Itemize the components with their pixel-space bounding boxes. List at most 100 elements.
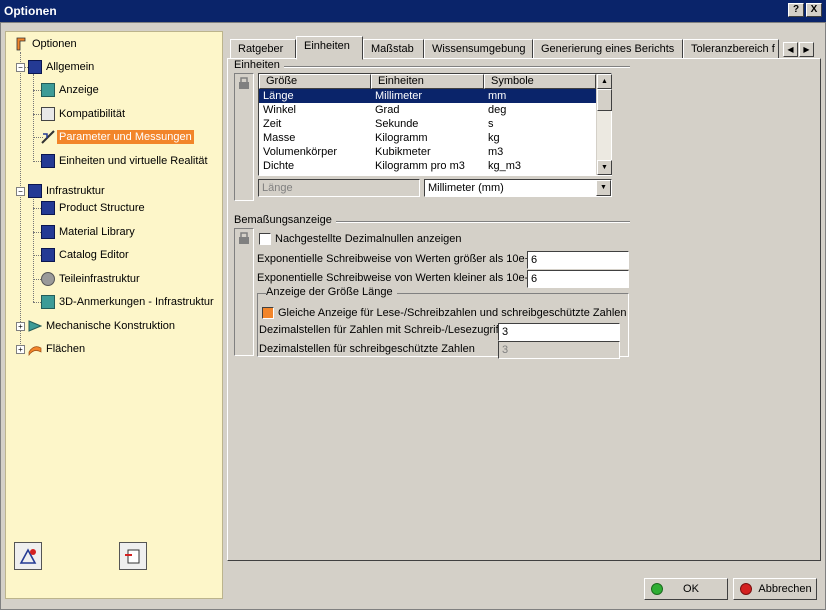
table-header: Größe Einheiten Symbole — [259, 74, 596, 89]
group-title-length: Anzeige der Größe Länge — [266, 286, 397, 298]
parameters-measure-icon — [41, 130, 55, 144]
tree-item-parameter[interactable]: Parameter und Messungen — [41, 128, 194, 146]
table-row[interactable]: Zeit Sekunde s — [259, 117, 596, 131]
tree-item-label: Kompatibilität — [59, 108, 126, 120]
ok-icon — [651, 583, 663, 595]
tree-item-product-structure[interactable]: Product Structure — [41, 199, 147, 217]
table-cell: deg — [488, 104, 507, 116]
tab-einheiten[interactable]: Einheiten — [296, 36, 363, 60]
expand-minus-icon[interactable]: − — [16, 187, 25, 196]
table-cell: Kubikmeter — [375, 146, 431, 158]
table-row[interactable]: Volumenkörper Kubikmeter m3 — [259, 145, 596, 159]
scroll-up-icon[interactable]: ▲ — [597, 74, 612, 89]
annotation-icon — [41, 295, 55, 309]
tree-line — [33, 74, 34, 162]
table-cell: Kilogramm — [375, 132, 428, 144]
ok-button[interactable]: OK — [644, 578, 728, 600]
tree-item-anzeige[interactable]: Anzeige — [41, 81, 101, 99]
tree-item-label: Anzeige — [59, 84, 99, 96]
options-tree: Optionen − Allgemein Anzeige Kompatibili… — [5, 31, 223, 599]
table-scrollbar[interactable]: ▲ ▼ — [596, 74, 612, 175]
table-cell: Sekunde — [375, 118, 419, 130]
tree-line — [20, 52, 21, 352]
tree-item-teileinfrastruktur[interactable]: Teileinfrastruktur — [41, 270, 142, 288]
table-cell: Grad — [375, 104, 400, 116]
tree-item-flaechen[interactable]: Flächen — [28, 340, 87, 358]
tree-item-label: Product Structure — [59, 202, 145, 214]
table-cell: Millimeter — [375, 90, 423, 102]
column-header-groesse[interactable]: Größe — [259, 74, 371, 89]
exp-greater-input[interactable]: 6 — [527, 251, 629, 269]
table-cell: Masse — [263, 132, 296, 144]
tab-toleranzbereich[interactable]: Toleranzbereich f — [683, 39, 779, 59]
table-cell: Kilogramm pro m3 — [375, 160, 465, 172]
chevron-down-icon[interactable]: ▼ — [596, 180, 611, 196]
table-row[interactable]: Masse Kilogramm kg — [259, 131, 596, 145]
tree-item-einheiten-vr[interactable]: Einheiten und virtuelle Realität — [41, 152, 210, 170]
table-cell: Dichte — [263, 160, 295, 172]
tab-ratgeber[interactable]: Ratgeber — [230, 39, 296, 59]
tree-item-optionen[interactable]: Optionen — [14, 35, 79, 53]
column-header-einheiten[interactable]: Einheiten — [371, 74, 484, 89]
scroll-thumb[interactable] — [597, 89, 612, 111]
expand-plus-icon[interactable]: + — [16, 345, 25, 354]
units-table[interactable]: Größe Einheiten Symbole Länge Millimeter… — [258, 73, 612, 176]
tab-scroll-right-icon[interactable]: ▶ — [799, 42, 814, 57]
tree-item-label: Mechanische Konstruktion — [46, 320, 176, 332]
unit-select[interactable]: Millimeter (mm) ▼ — [424, 179, 612, 197]
scroll-down-icon[interactable]: ▼ — [597, 160, 612, 175]
table-row[interactable]: Dichte Kilogramm pro m3 kg_m3 — [259, 159, 596, 173]
tree-item-3d-anmerkungen[interactable]: 3D-Anmerkungen - Infrastruktur — [41, 293, 216, 311]
tab-massstab[interactable]: Maßstab — [363, 39, 424, 59]
tree-item-mechanische-konstruktion[interactable]: Mechanische Konstruktion — [28, 317, 177, 335]
tab-bericht[interactable]: Generierung eines Berichts — [533, 39, 683, 59]
selected-quantity-field: Länge — [258, 179, 420, 197]
lock-icon[interactable] — [237, 231, 251, 245]
table-cell: kg — [488, 132, 500, 144]
rw-decimals-input[interactable]: 3 — [498, 323, 620, 341]
lock-icon[interactable] — [237, 76, 251, 90]
table-cell: kg_m3 — [488, 160, 522, 172]
close-button[interactable]: X — [806, 3, 822, 17]
table-cell: Zeit — [263, 118, 282, 130]
mechanical-design-icon — [28, 319, 43, 333]
tree-item-kompatibilitaet[interactable]: Kompatibilität — [41, 105, 127, 123]
tree-item-label: Einheiten und virtuelle Realität — [59, 155, 208, 167]
tree-item-allgemein[interactable]: Allgemein — [28, 58, 96, 76]
cancel-button-label: Abbrechen — [758, 583, 812, 595]
exp-smaller-label: Exponentielle Schreibweise von Werten kl… — [257, 272, 529, 284]
column-header-symbole[interactable]: Symbole — [484, 74, 596, 89]
tree-item-label: Flächen — [46, 343, 86, 355]
expand-minus-icon[interactable]: − — [16, 63, 25, 72]
trailing-zeros-checkbox[interactable] — [259, 233, 271, 245]
cancel-button[interactable]: Abbrechen — [733, 578, 817, 600]
title-bar: Optionen ? X — [0, 0, 826, 22]
tab-page-einheiten: Einheiten Größe Einheiten Symbole Länge … — [227, 58, 821, 561]
exp-smaller-input[interactable]: 6 — [527, 270, 629, 288]
table-row[interactable]: Winkel Grad deg — [259, 103, 596, 117]
tree-item-infrastruktur[interactable]: Infrastruktur — [28, 182, 107, 200]
reset-options-icon[interactable] — [14, 542, 42, 570]
general-settings-icon — [28, 60, 42, 74]
product-structure-icon — [41, 201, 55, 215]
export-options-icon[interactable] — [119, 542, 147, 570]
tree-item-label: 3D-Anmerkungen - Infrastruktur — [59, 296, 214, 308]
group-sidebar — [234, 73, 254, 201]
same-display-checkbox[interactable] — [262, 307, 274, 319]
tree-item-material-library[interactable]: Material Library — [41, 223, 137, 241]
help-button[interactable]: ? — [788, 3, 804, 17]
table-cell: s — [488, 118, 494, 130]
group-separator — [328, 221, 630, 223]
cancel-icon — [740, 583, 752, 595]
tree-item-label: Parameter und Messungen — [57, 130, 194, 144]
ro-decimals-label: Dezimalstellen für schreibgeschützte Zah… — [259, 343, 475, 355]
table-row[interactable]: Länge Millimeter mm — [259, 89, 596, 103]
unit-select-value: Millimeter (mm) — [428, 182, 504, 194]
tree-item-catalog-editor[interactable]: Catalog Editor — [41, 246, 131, 264]
tab-scroll-left-icon[interactable]: ◀ — [783, 42, 798, 57]
compatibility-icon — [41, 107, 55, 121]
expand-plus-icon[interactable]: + — [16, 322, 25, 331]
tab-wissensumgebung[interactable]: Wissensumgebung — [424, 39, 533, 59]
table-cell: Länge — [263, 90, 294, 102]
gear-icon — [41, 272, 55, 286]
